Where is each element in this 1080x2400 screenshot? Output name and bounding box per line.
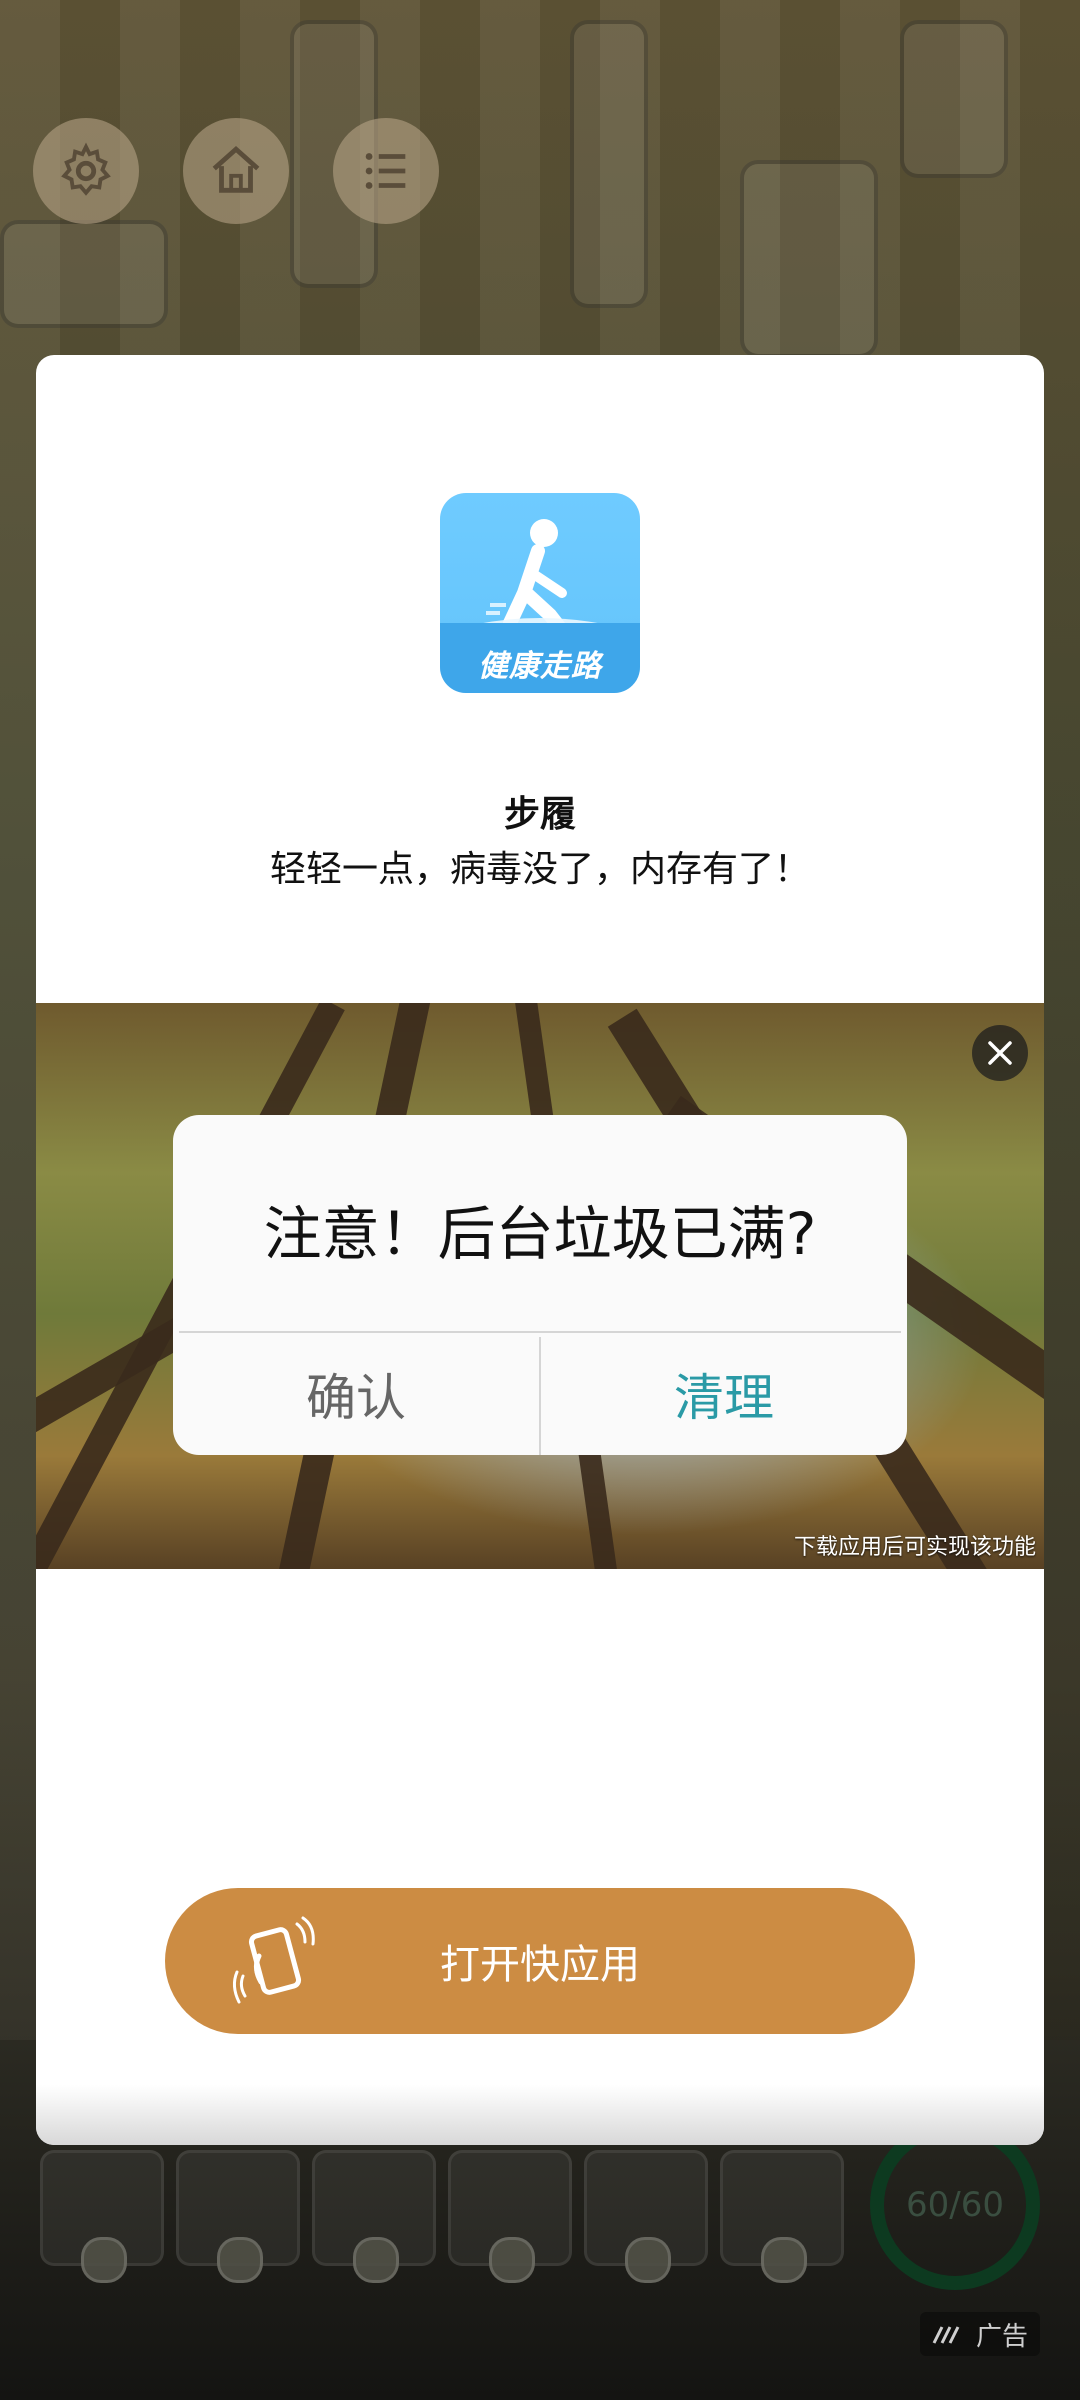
energy-counter: 60/60 xyxy=(870,2120,1040,2290)
item-slot[interactable] xyxy=(448,2150,572,2283)
check-icon xyxy=(353,2237,399,2283)
check-icon xyxy=(217,2237,263,2283)
home-icon xyxy=(212,146,260,193)
dialog-message: 注意！后台垃圾已满? xyxy=(263,1200,817,1268)
phone-shake-icon xyxy=(232,1916,315,2004)
check-icon xyxy=(625,2237,671,2283)
item-slot[interactable] xyxy=(312,2150,436,2283)
settings-button[interactable] xyxy=(33,118,139,224)
background-shelf xyxy=(0,220,168,328)
clean-button[interactable]: 清理 xyxy=(541,1333,907,1455)
check-icon xyxy=(489,2237,535,2283)
item-slot[interactable] xyxy=(40,2150,164,2283)
menu-button[interactable] xyxy=(333,118,439,224)
item-slot[interactable] xyxy=(720,2150,844,2283)
app-slogan: 轻轻一点，病毒没了，内存有了！ xyxy=(269,849,810,890)
app-name: 步履 xyxy=(503,794,576,835)
ad-creative-image[interactable]: 注意！后台垃圾已满? 确认 清理 下载应用后可实现该功能 xyxy=(36,1003,1044,1569)
ad-badge: 广告 xyxy=(919,2312,1040,2356)
open-quick-app-label: 打开快应用 xyxy=(440,1942,640,1988)
gear-icon xyxy=(61,142,111,196)
close-icon xyxy=(988,1041,1012,1065)
item-slot[interactable] xyxy=(176,2150,300,2283)
ad-logo-icon xyxy=(932,2326,960,2344)
ad-badge-label: 广告 xyxy=(975,2321,1028,2352)
home-button[interactable] xyxy=(183,118,289,224)
open-quick-app-button[interactable]: 打开快应用 xyxy=(165,1888,915,2034)
check-icon xyxy=(761,2237,807,2283)
app-icon[interactable]: 健康走路 xyxy=(440,493,640,693)
list-icon xyxy=(365,153,406,189)
confirm-button[interactable]: 确认 xyxy=(173,1333,539,1455)
ad-card[interactable]: 健康走路 步履 轻轻一点，病毒没了，内存有了！ 注意！后台垃圾已满? 确认 清理… xyxy=(36,355,1044,2145)
fake-system-dialog[interactable]: 注意！后台垃圾已满? 确认 清理 xyxy=(173,1115,907,1455)
card-bottom-fade xyxy=(36,2085,1044,2145)
item-slot[interactable] xyxy=(584,2150,708,2283)
ad-close-button[interactable] xyxy=(972,1025,1028,1081)
background-building xyxy=(570,20,648,308)
ad-caption: 下载应用后可实现该功能 xyxy=(793,1535,1036,1560)
icon-text: 健康走路 xyxy=(478,649,602,684)
background-car xyxy=(740,160,878,358)
check-icon xyxy=(81,2237,127,2283)
background-machine xyxy=(900,20,1008,178)
